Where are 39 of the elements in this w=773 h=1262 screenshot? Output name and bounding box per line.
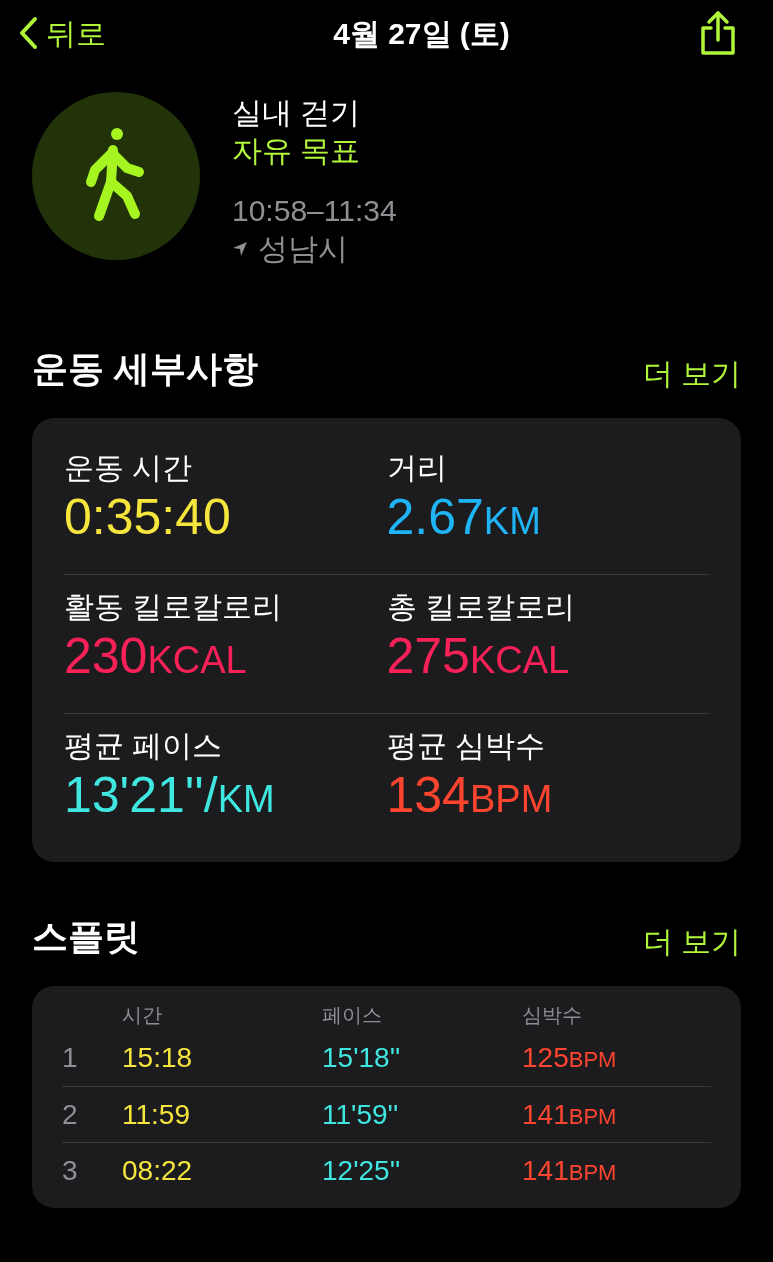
- metric-label: 평균 심박수: [386, 728, 546, 764]
- split-time: 15:18: [122, 1041, 194, 1075]
- more-link[interactable]: 더 보기: [642, 351, 741, 396]
- metric-value: 134BPM: [386, 766, 554, 825]
- split-heart-rate: 141BPM: [522, 1097, 618, 1132]
- workout-name: 실내 걷기: [232, 95, 362, 131]
- metric-value: 275KCAL: [386, 627, 571, 686]
- split-number: 1: [62, 1041, 79, 1075]
- metric-value: 230KCAL: [64, 627, 248, 686]
- column-header: 페이스: [322, 1003, 383, 1028]
- metric-label: 운동 시간: [64, 450, 194, 486]
- split-number: 2: [62, 1097, 79, 1132]
- split-number: 3: [62, 1153, 79, 1188]
- screen-title: 4월 27일 (토): [333, 15, 510, 52]
- metric-value: 13'21''/KM: [64, 766, 276, 825]
- split-pace: 11'59'': [322, 1097, 400, 1132]
- split-pace: 12'25'': [322, 1153, 402, 1188]
- location-arrow-icon: [232, 241, 248, 257]
- section-heading: 운동 세부사항: [32, 347, 258, 391]
- split-heart-rate: 141BPM: [522, 1153, 618, 1188]
- metric-label: 평균 페이스: [64, 728, 224, 764]
- split-time: 11:59: [122, 1097, 191, 1132]
- column-header: 시간: [122, 1003, 163, 1028]
- metric-label: 활동 킬로칼로리: [64, 589, 284, 625]
- workout-goal: 자유 목표: [232, 133, 362, 169]
- split-time: 08:22: [122, 1153, 194, 1188]
- workout-location: 성남시: [258, 231, 348, 267]
- workout-time: 10:58–11:34: [232, 193, 397, 229]
- metric-value: 2.67KM: [386, 488, 542, 547]
- more-link[interactable]: 더 보기: [642, 919, 741, 964]
- split-heart-rate: 125BPM: [522, 1041, 618, 1075]
- back-link[interactable]: 뒤로: [18, 10, 106, 56]
- metric-value: 0:35:40: [64, 488, 232, 547]
- column-header: 심박수: [522, 1003, 583, 1028]
- section-heading: 스플릿: [32, 915, 140, 959]
- split-pace: 15'18'': [322, 1041, 402, 1075]
- chevron-left-icon: [18, 16, 38, 50]
- metric-label: 총 킬로칼로리: [386, 589, 576, 625]
- metric-label: 거리: [386, 450, 448, 486]
